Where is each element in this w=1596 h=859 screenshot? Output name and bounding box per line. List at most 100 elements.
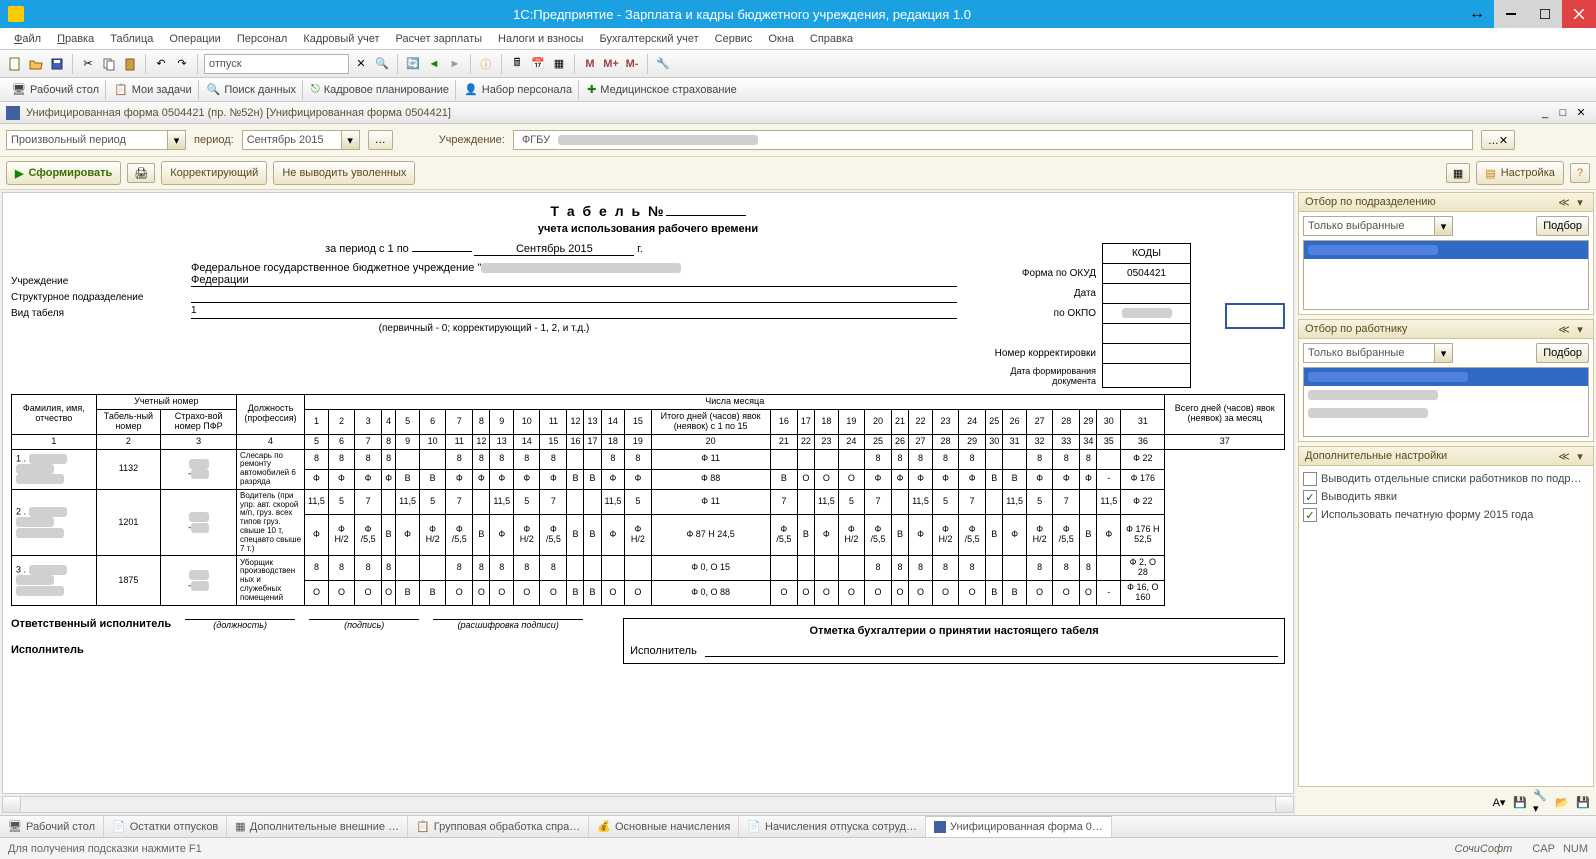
panel-filter-worker: Отбор по работнику ≪▾: [1298, 319, 1594, 339]
menu-help[interactable]: Справка: [802, 33, 861, 45]
tab-vacations[interactable]: 📄Остатки отпусков: [104, 816, 227, 838]
maximize-button[interactable]: [1528, 0, 1562, 28]
worker-listbox[interactable]: [1303, 367, 1589, 437]
worker-item[interactable]: [1304, 404, 1588, 422]
search-input[interactable]: [204, 54, 349, 74]
menu-file[interactable]: Файл: [6, 33, 49, 45]
nav-desktop[interactable]: 🖥Рабочий стол: [6, 80, 106, 100]
hire-icon: 👤: [464, 83, 478, 96]
menu-personal[interactable]: Персонал: [229, 33, 296, 45]
tab-ext[interactable]: ▦Дополнительные внешние …: [227, 816, 408, 838]
m-minus-icon[interactable]: M-: [623, 55, 641, 73]
next-icon[interactable]: ▾: [1573, 195, 1587, 209]
worker-pick-button[interactable]: Подбор: [1536, 343, 1589, 363]
fwd-icon[interactable]: ►: [446, 55, 464, 73]
print-button[interactable]: 🖨: [127, 163, 155, 183]
help-icon-button[interactable]: ?: [1570, 163, 1590, 183]
form-close-icon[interactable]: ✕: [1572, 104, 1590, 122]
menubar: Файл Правка Таблица Операции Персонал Ка…: [0, 28, 1596, 50]
report-scroll-area[interactable]: Т а б е л ь № учета использования рабоче…: [2, 192, 1294, 794]
period-combo[interactable]: Сентябрь 2015▾: [242, 130, 360, 150]
chk-show-presence[interactable]: ✓Выводить явки: [1303, 488, 1589, 506]
info-icon[interactable]: ⓘ: [477, 55, 495, 73]
font-icon[interactable]: A▾: [1490, 793, 1508, 811]
search-icon: 🔍: [207, 83, 221, 96]
refresh-icon[interactable]: 🔄: [404, 55, 422, 73]
med-icon: ✚: [587, 83, 596, 96]
folder-icon[interactable]: 📂: [1553, 793, 1571, 811]
form-max-icon[interactable]: □: [1554, 104, 1572, 122]
minimize-button[interactable]: [1494, 0, 1528, 28]
chk-form-2015[interactable]: ✓Использовать печатную форму 2015 года: [1303, 506, 1589, 524]
menu-ops[interactable]: Операции: [161, 33, 228, 45]
worker-filter-combo[interactable]: Только выбранные▾: [1303, 343, 1453, 363]
prev-icon[interactable]: ≪: [1557, 195, 1571, 209]
open-icon[interactable]: [27, 55, 45, 73]
hide-fired-button[interactable]: Не выводить уволенных: [273, 161, 415, 185]
settings-icon-button[interactable]: ▦: [1446, 163, 1470, 183]
correcting-button[interactable]: Корректирующий: [161, 161, 267, 185]
dept-listbox[interactable]: [1303, 240, 1589, 310]
worker-item[interactable]: [1304, 368, 1588, 386]
menu-taxes[interactable]: Налоги и взносы: [490, 33, 592, 45]
period-type-combo[interactable]: Произвольный период▾: [6, 130, 186, 150]
form-min-icon[interactable]: _: [1536, 104, 1554, 122]
menu-edit[interactable]: Правка: [49, 33, 102, 45]
tool-icon[interactable]: 🔧: [654, 55, 672, 73]
close-button[interactable]: [1562, 0, 1596, 28]
tab-vac-nachisl[interactable]: 📄Начисления отпуска сотруд…: [739, 816, 926, 838]
menu-table[interactable]: Таблица: [102, 33, 161, 45]
menu-kadry[interactable]: Кадровый учет: [295, 33, 387, 45]
m-clear-icon[interactable]: M: [581, 55, 599, 73]
nav-search[interactable]: 🔍Поиск данных: [201, 80, 303, 100]
tab-group[interactable]: 📋Групповая обработка спра…: [408, 816, 589, 838]
period-ellipsis-button[interactable]: …: [368, 130, 393, 150]
horizontal-scrollbar[interactable]: [2, 796, 1294, 813]
dept-filter-combo[interactable]: Только выбранные▾: [1303, 216, 1453, 236]
dept-item[interactable]: [1304, 241, 1588, 259]
report-title: Т а б е л ь №: [550, 203, 665, 219]
help-button[interactable]: ↔: [1460, 0, 1494, 28]
wrench-icon[interactable]: 🔧▾: [1532, 793, 1550, 811]
nav-med[interactable]: ✚Медицинское страхование: [581, 80, 743, 100]
tab-current[interactable]: Унифицированная форма 0…: [926, 816, 1112, 838]
nav-kadry-plan[interactable]: ⎋Кадровое планирование: [305, 80, 456, 100]
back-icon[interactable]: ◄: [425, 55, 443, 73]
chevron-down-icon[interactable]: ▾: [341, 131, 359, 149]
paste-icon[interactable]: [121, 55, 139, 73]
tab-nachisl[interactable]: 💰Основные начисления: [589, 816, 739, 838]
org-ellipsis-button[interactable]: …✕: [1481, 130, 1515, 150]
nav-tasks[interactable]: 📋Мои задачи: [108, 80, 199, 100]
m-plus-icon[interactable]: M+: [602, 55, 620, 73]
grid-icon[interactable]: ▦: [550, 55, 568, 73]
nav-nabor[interactable]: 👤Набор персонала: [458, 80, 579, 100]
tasks-icon: 📋: [114, 83, 128, 96]
new-doc-icon[interactable]: [6, 55, 24, 73]
save-icon[interactable]: [48, 55, 66, 73]
export-icon[interactable]: 💾: [1574, 793, 1592, 811]
report-subtitle: учета использования рабочего времени: [11, 223, 1285, 235]
menu-service[interactable]: Сервис: [707, 33, 761, 45]
cut-icon[interactable]: ✂: [79, 55, 97, 73]
copy-icon[interactable]: [100, 55, 118, 73]
tab-desktop[interactable]: 🖥Рабочий стол: [0, 816, 104, 838]
worker-item[interactable]: [1304, 386, 1588, 404]
chk-split-lists[interactable]: Выводить отдельные списки работников по …: [1303, 470, 1589, 488]
calendar-icon[interactable]: 📅: [529, 55, 547, 73]
search-go-icon[interactable]: 🔍: [373, 55, 391, 73]
redo-icon[interactable]: ↷: [173, 55, 191, 73]
menu-payroll[interactable]: Расчет зарплаты: [388, 33, 491, 45]
chevron-down-icon[interactable]: ▾: [167, 131, 185, 149]
dept-pick-button[interactable]: Подбор: [1536, 216, 1589, 236]
save-layout-icon[interactable]: 💾: [1511, 793, 1529, 811]
search-clear-icon[interactable]: ✕: [352, 55, 370, 73]
org-combo[interactable]: ФГБУ: [513, 130, 1473, 150]
menu-windows[interactable]: Окна: [760, 33, 802, 45]
menu-accounting[interactable]: Бухгалтерский учет: [592, 33, 707, 45]
main-toolbar: ✂ ↶ ↷ ✕ 🔍 🔄 ◄ ► ⓘ 🖩 📅 ▦ M M+ M- 🔧: [0, 50, 1596, 78]
settings-button[interactable]: ▤Настройка: [1476, 161, 1564, 185]
generate-button[interactable]: ▶Сформировать: [6, 161, 121, 185]
undo-icon[interactable]: ↶: [152, 55, 170, 73]
calc-icon[interactable]: 🖩: [508, 55, 526, 73]
status-caps: CAP: [1532, 843, 1555, 855]
